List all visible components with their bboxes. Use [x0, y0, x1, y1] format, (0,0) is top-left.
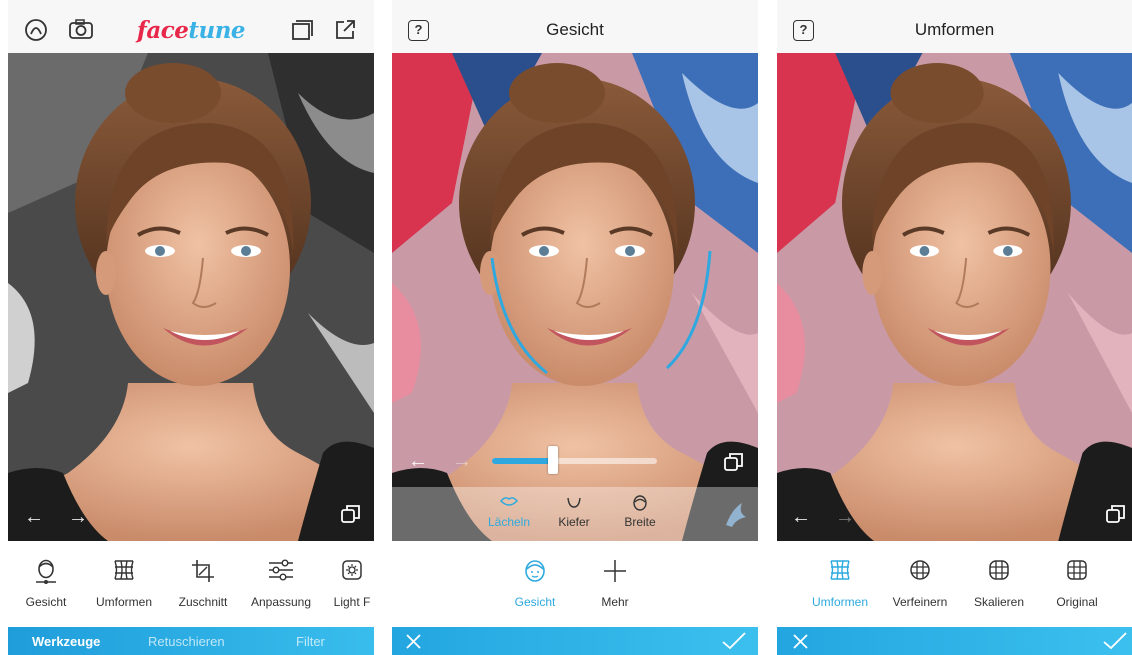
compare-icon[interactable]: [1105, 503, 1127, 525]
reshape-grid-icon: [114, 560, 134, 580]
screen-title: Umformen: [914, 20, 995, 39]
tool-mehr[interactable]: Mehr: [590, 541, 640, 609]
subtool-laecheln[interactable]: Lächeln: [482, 495, 536, 529]
action-bar: [777, 627, 1132, 655]
scale-grid-icon: [989, 560, 1009, 580]
undo-arrow-icon[interactable]: ←: [791, 506, 811, 529]
face-width-icon: [633, 495, 647, 511]
cancel-icon[interactable]: [406, 634, 421, 649]
cancel-icon[interactable]: [793, 634, 808, 649]
screen-title: Gesicht: [546, 20, 604, 39]
jaw-icon: [567, 497, 581, 508]
compare-icon[interactable]: [340, 503, 362, 525]
tool-verfeinern[interactable]: Verfeinern: [887, 541, 953, 609]
splash-decoration-icon: [726, 503, 746, 527]
original-grid-icon: [1067, 560, 1087, 580]
face-subtools: Lächeln Kiefer Breite: [392, 487, 758, 541]
gallery-icon[interactable]: [290, 18, 314, 42]
redo-arrow-icon[interactable]: →: [68, 506, 88, 529]
tab-werkzeuge[interactable]: Werkzeuge: [32, 634, 100, 649]
tool-umformen[interactable]: Umformen: [90, 541, 158, 609]
tool-gesicht[interactable]: Gesicht: [16, 541, 76, 609]
facetune-main-screen: facetune ← → Gesicht Umformen Zuschnitt …: [8, 0, 374, 655]
confirm-check-icon[interactable]: [1103, 632, 1127, 650]
slider-fill: [492, 458, 554, 464]
tool-umformen[interactable]: Umformen: [807, 541, 873, 609]
intensity-slider[interactable]: [492, 458, 657, 464]
reshape-grid-icon: [830, 560, 850, 580]
tool-original[interactable]: Original: [1049, 541, 1105, 609]
tool-zuschnitt[interactable]: Zuschnitt: [172, 541, 234, 609]
tools-bar: Umformen Verfeinern Skalieren Original: [777, 541, 1132, 627]
share-icon[interactable]: [333, 18, 357, 42]
tools-bar: Gesicht Umformen Zuschnitt Anpassung Lig…: [8, 541, 374, 627]
crop-icon: [192, 560, 214, 582]
tab-filter[interactable]: Filter: [296, 634, 325, 649]
photo-canvas[interactable]: [8, 53, 374, 541]
tool-light-f[interactable]: Light F: [330, 541, 374, 609]
refine-grid-icon: [910, 560, 930, 580]
portrait-photo: [777, 53, 1132, 541]
compare-icon[interactable]: [723, 451, 745, 473]
photo-canvas[interactable]: [392, 53, 758, 541]
tool-anpassung[interactable]: Anpassung: [246, 541, 316, 609]
redo-arrow-icon[interactable]: →: [452, 450, 472, 473]
undo-arrow-icon[interactable]: ←: [408, 450, 428, 473]
tools-bar: Gesicht Mehr: [392, 541, 758, 627]
face-icon: [36, 559, 56, 584]
action-bar: [392, 627, 758, 655]
photo-canvas[interactable]: [777, 53, 1132, 541]
tab-retuschieren[interactable]: Retuschieren: [148, 634, 225, 649]
top-bar: facetune: [8, 0, 374, 53]
sliders-icon: [269, 559, 293, 581]
plus-icon: [604, 560, 626, 582]
gesicht-screen: ? Gesicht ← → Lächeln Kiefer Breite Gesi…: [392, 0, 758, 655]
umformen-screen: ? Umformen ← → Umformen Verfeinern Skali…: [777, 0, 1132, 655]
confirm-check-icon[interactable]: [722, 632, 746, 650]
tool-gesicht[interactable]: Gesicht: [504, 541, 566, 609]
undo-arrow-icon[interactable]: ←: [24, 506, 44, 529]
portrait-photo: [8, 53, 374, 541]
redo-arrow-icon[interactable]: →: [835, 506, 855, 529]
light-icon: [342, 560, 362, 580]
facetune-logo: facetune: [136, 17, 246, 44]
face-icon: [525, 560, 545, 582]
slider-thumb[interactable]: [548, 446, 559, 474]
tool-skalieren[interactable]: Skalieren: [969, 541, 1029, 609]
lips-icon: [500, 497, 518, 506]
top-bar: ? Gesicht: [392, 0, 758, 53]
subtool-kiefer[interactable]: Kiefer: [552, 495, 596, 529]
portrait-photo: [392, 53, 758, 541]
subtool-breite[interactable]: Breite: [618, 495, 662, 529]
top-bar: ? Umformen: [777, 0, 1132, 53]
mode-tabs: Werkzeuge Retuschieren Filter: [8, 627, 374, 655]
